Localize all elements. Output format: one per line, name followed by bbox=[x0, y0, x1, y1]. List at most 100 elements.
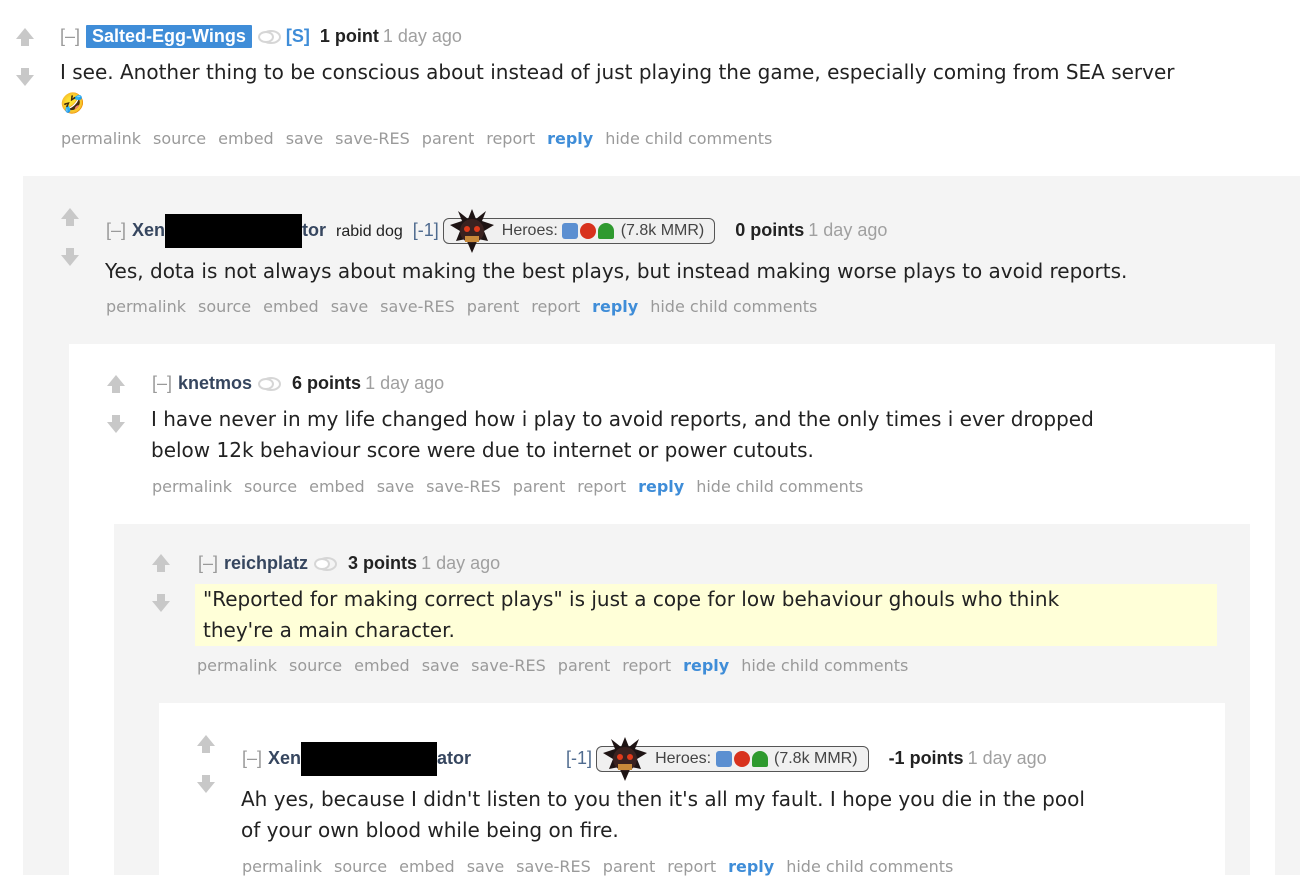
reply-link[interactable]: reply bbox=[547, 129, 593, 148]
report-link[interactable]: report bbox=[531, 297, 580, 316]
comment-time: 1 day ago bbox=[421, 553, 501, 573]
hero-wizard-icon bbox=[562, 222, 579, 239]
reply-link[interactable]: reply bbox=[638, 477, 684, 496]
comment-body-highlighted: "Reported for making correct plays" is j… bbox=[195, 584, 1217, 646]
embed-link[interactable]: embed bbox=[354, 656, 410, 675]
source-link[interactable]: source bbox=[198, 297, 251, 316]
mmr-value: (7.8k MMR) bbox=[774, 750, 858, 767]
collapse-toggle[interactable]: [–] bbox=[60, 26, 80, 46]
comment-body-line: I see. Another thing to be conscious abo… bbox=[60, 60, 1175, 84]
mmr-value: (7.8k MMR) bbox=[620, 222, 705, 239]
collapse-toggle[interactable]: [–] bbox=[198, 553, 218, 573]
comment-tagline: [–] Salted-Egg-Wings [S] 1 point 1 day ago bbox=[60, 25, 462, 48]
save-link[interactable]: save bbox=[331, 297, 368, 316]
reply-link[interactable]: reply bbox=[592, 297, 638, 316]
embed-link[interactable]: embed bbox=[309, 477, 365, 496]
comment-body: Yes, dota is not always about making the… bbox=[105, 256, 1127, 287]
collapse-toggle[interactable]: [–] bbox=[242, 748, 262, 768]
reply-link[interactable]: reply bbox=[728, 857, 774, 876]
save-res-link[interactable]: save-RES bbox=[516, 857, 591, 876]
upvote-arrow-icon[interactable] bbox=[59, 206, 81, 228]
heroes-flair: Heroes: (7.8k MMR) bbox=[596, 737, 869, 781]
author-link[interactable]: reichplatz bbox=[224, 553, 308, 573]
collapse-toggle[interactable]: [–] bbox=[152, 373, 172, 393]
permalink-link[interactable]: permalink bbox=[197, 656, 277, 675]
comment-tagline: [–] Xen ator [-1] Heroes: (7.8k MMR) -1 point… bbox=[242, 737, 1047, 781]
comment-actions: permalink source embed save save-RES parent re… bbox=[197, 656, 920, 676]
vote-arrows bbox=[105, 373, 129, 453]
source-link[interactable]: source bbox=[289, 656, 342, 675]
permalink-link[interactable]: permalink bbox=[61, 129, 141, 148]
downvote-arrow-icon[interactable] bbox=[14, 66, 36, 88]
hero-devil-icon bbox=[580, 222, 597, 239]
report-link[interactable]: report bbox=[622, 656, 671, 675]
author-link[interactable]: Xen tor bbox=[132, 214, 326, 248]
save-link[interactable]: save bbox=[286, 129, 323, 148]
user-flair: rabid dog bbox=[336, 222, 403, 240]
report-link[interactable]: report bbox=[486, 129, 535, 148]
friends-icon[interactable] bbox=[312, 556, 338, 572]
skull-flair-icon bbox=[603, 737, 648, 781]
embed-link[interactable]: embed bbox=[399, 857, 455, 876]
comment-body-line: "Reported for making correct plays" is j… bbox=[203, 587, 1060, 611]
reply-link[interactable]: reply bbox=[683, 656, 729, 675]
comment-score: 3 points bbox=[348, 553, 418, 573]
parent-link[interactable]: parent bbox=[467, 297, 519, 316]
comment-score: 0 points bbox=[735, 219, 805, 240]
embed-link[interactable]: embed bbox=[263, 297, 319, 316]
hide-child-comments-link[interactable]: hide child comments bbox=[696, 477, 863, 496]
friends-icon[interactable] bbox=[256, 29, 282, 45]
hide-child-comments-link[interactable]: hide child comments bbox=[741, 656, 908, 675]
save-link[interactable]: save bbox=[422, 656, 459, 675]
downvote-arrow-icon[interactable] bbox=[105, 413, 127, 435]
comment-time: 1 day ago bbox=[382, 26, 462, 46]
friends-icon[interactable] bbox=[256, 376, 282, 392]
downvote-arrow-icon[interactable] bbox=[195, 773, 217, 795]
permalink-link[interactable]: permalink bbox=[106, 297, 186, 316]
vote-arrows bbox=[14, 26, 38, 106]
hide-child-comments-link[interactable]: hide child comments bbox=[650, 297, 817, 316]
upvote-arrow-icon[interactable] bbox=[150, 552, 172, 574]
parent-link[interactable]: parent bbox=[603, 857, 655, 876]
upvote-arrow-icon[interactable] bbox=[105, 373, 127, 395]
permalink-link[interactable]: permalink bbox=[242, 857, 322, 876]
permalink-link[interactable]: permalink bbox=[152, 477, 232, 496]
report-link[interactable]: report bbox=[667, 857, 716, 876]
save-link[interactable]: save bbox=[467, 857, 504, 876]
downvote-arrow-icon[interactable] bbox=[59, 246, 81, 268]
author-link[interactable]: knetmos bbox=[178, 373, 252, 393]
save-link[interactable]: save bbox=[377, 477, 414, 496]
save-res-link[interactable]: save-RES bbox=[335, 129, 410, 148]
vote-arrows bbox=[59, 206, 83, 286]
report-link[interactable]: report bbox=[577, 477, 626, 496]
author-link[interactable]: Xen ator bbox=[268, 742, 471, 776]
source-link[interactable]: source bbox=[153, 129, 206, 148]
comment-tagline: [–] Xen tor rabid dog [-1] Heroes: (7.8k MMR)… bbox=[106, 209, 887, 253]
hero-devil-icon bbox=[733, 750, 750, 767]
comment-body-line: they're a main character. bbox=[203, 618, 455, 642]
comment-actions: permalink source embed save save-RES parent re… bbox=[61, 129, 784, 149]
collapse-toggle[interactable]: [–] bbox=[106, 220, 126, 240]
author-link[interactable]: Salted-Egg-Wings bbox=[86, 25, 252, 48]
hide-child-comments-link[interactable]: hide child comments bbox=[605, 129, 772, 148]
save-res-link[interactable]: save-RES bbox=[426, 477, 501, 496]
save-res-link[interactable]: save-RES bbox=[471, 656, 546, 675]
laughing-emoji: 🤣 bbox=[60, 91, 85, 115]
source-link[interactable]: source bbox=[244, 477, 297, 496]
source-link[interactable]: source bbox=[334, 857, 387, 876]
hero-wizard-icon bbox=[715, 750, 732, 767]
comment-time: 1 day ago bbox=[365, 373, 445, 393]
comment-score: 1 point bbox=[319, 26, 379, 46]
parent-link[interactable]: parent bbox=[513, 477, 565, 496]
downvote-arrow-icon[interactable] bbox=[150, 592, 172, 614]
parent-link[interactable]: parent bbox=[558, 656, 610, 675]
comment-actions: permalink source embed save save-RES parent re… bbox=[242, 857, 965, 877]
vote-arrows bbox=[195, 733, 219, 813]
comment-body-line: Yes, dota is not always about making the… bbox=[105, 259, 1128, 283]
upvote-arrow-icon[interactable] bbox=[195, 733, 217, 755]
save-res-link[interactable]: save-RES bbox=[380, 297, 455, 316]
embed-link[interactable]: embed bbox=[218, 129, 274, 148]
upvote-arrow-icon[interactable] bbox=[14, 26, 36, 48]
parent-link[interactable]: parent bbox=[422, 129, 474, 148]
hide-child-comments-link[interactable]: hide child comments bbox=[786, 857, 953, 876]
